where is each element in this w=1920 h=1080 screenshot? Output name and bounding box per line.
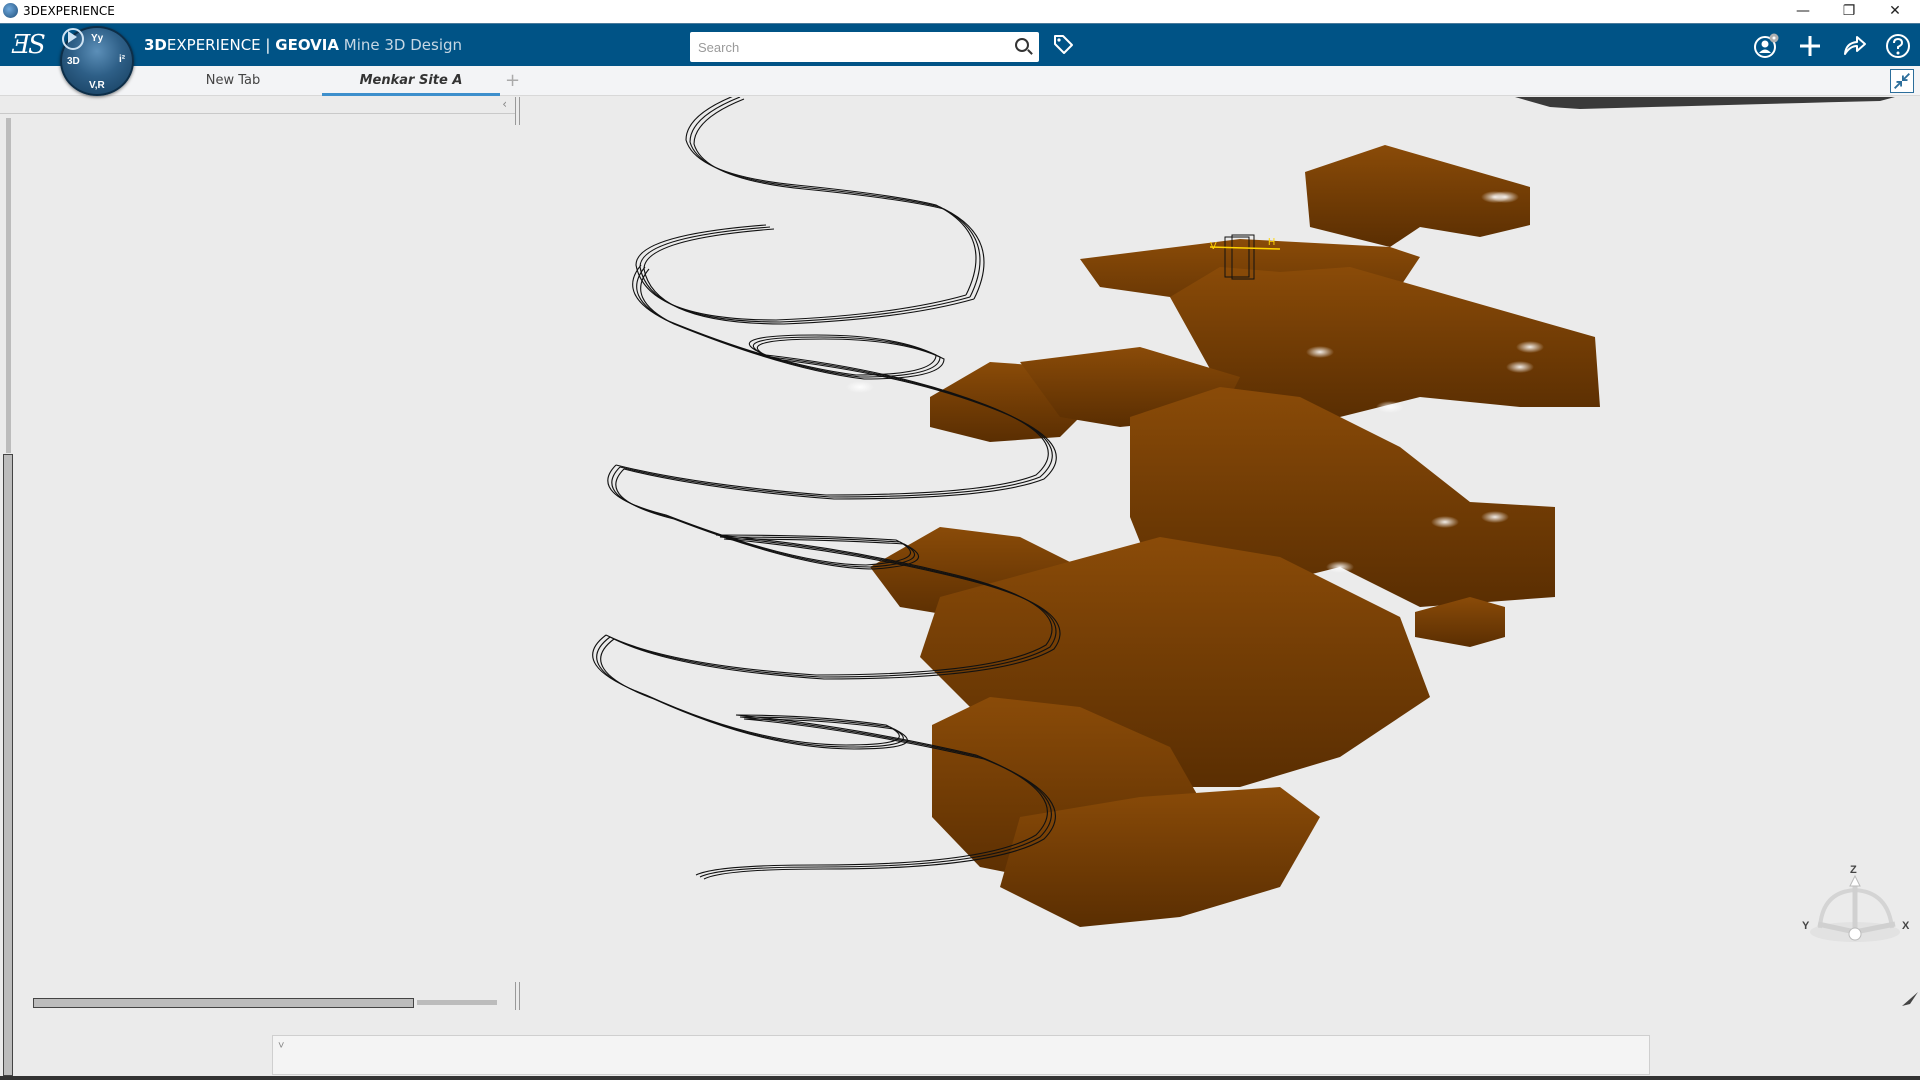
tab-bar: New Tab Menkar Site A + <box>0 66 1920 96</box>
brand-app-name: Mine 3D Design <box>343 36 463 54</box>
search-box <box>690 32 1039 62</box>
axis-y-label: Y <box>1802 920 1810 932</box>
search-icon[interactable] <box>1015 38 1029 52</box>
3d-viewport[interactable]: VH Z Y X <box>520 97 1920 1017</box>
svg-text:V: V <box>1210 241 1217 252</box>
taskbar-strip <box>0 1076 1920 1080</box>
tag-icon[interactable] <box>1052 33 1074 55</box>
tab-menkar-site-a[interactable]: Menkar Site A <box>322 66 500 96</box>
decline-curve[interactable] <box>693 98 985 300</box>
dassault-logo-icon[interactable]: ƎS <box>12 30 46 60</box>
decline-curve[interactable] <box>643 228 975 325</box>
restore-button[interactable]: ❐ <box>1826 0 1872 23</box>
action-bar: ˅ <box>272 1035 1650 1075</box>
window-title: 3DEXPERIENCE <box>23 4 115 18</box>
orebody-highlight <box>846 381 874 393</box>
vertical-scrollbar-track[interactable] <box>6 118 11 453</box>
play-icon[interactable] <box>62 28 84 50</box>
app-brand: 3DEXPERIENCE | GEOVIA Mine 3D Design <box>144 36 462 54</box>
window-title-bar: 3DEXPERIENCE — ❐ ✕ <box>0 0 1920 23</box>
vertical-scrollbar-thumb[interactable] <box>3 454 13 1076</box>
svg-text:H: H <box>1268 237 1275 248</box>
collapse-panel-chevron-icon[interactable]: ‹ <box>502 97 507 111</box>
horizontal-scrollbar-thumb[interactable] <box>33 998 414 1008</box>
orebody-highlight <box>1506 361 1534 373</box>
brand-rest: EXPERIENCE | <box>166 36 276 54</box>
decline-curve[interactable] <box>611 466 915 568</box>
app-logo-icon <box>3 3 18 18</box>
axis-x-label: X <box>1902 920 1910 932</box>
axis-triad[interactable]: Z Y X <box>1800 864 1910 960</box>
orebody-highlight <box>1491 191 1519 203</box>
tree-panel-header: ‹ <box>0 97 515 114</box>
search-input[interactable] <box>698 37 998 57</box>
orebody-highlight <box>1431 516 1459 528</box>
decline-curve[interactable] <box>639 226 971 323</box>
compass-bottom-label: V,R <box>89 80 105 91</box>
orebody-highlight <box>1306 346 1334 358</box>
decline-curve[interactable] <box>635 224 967 321</box>
axis-z-label: Z <box>1850 864 1857 876</box>
3d-scene[interactable]: VH <box>520 97 1920 1017</box>
share-icon[interactable] <box>1840 32 1868 60</box>
compass-widget[interactable]: Yy 3D i² V,R <box>60 26 134 96</box>
orebody-highlight <box>1326 561 1354 573</box>
minimize-button[interactable]: — <box>1780 0 1826 23</box>
orebody-highlight <box>1516 341 1544 353</box>
topography-surface-edge <box>1515 97 1895 109</box>
add-icon[interactable] <box>1796 32 1824 60</box>
horizontal-scrollbar-track[interactable] <box>417 1000 497 1005</box>
axis-triad-icon <box>1810 874 1900 942</box>
decline-curve[interactable] <box>592 634 900 746</box>
brand-product: GEOVIA <box>275 36 339 54</box>
decline-curve[interactable] <box>607 464 911 566</box>
user-icon[interactable] <box>1752 32 1780 60</box>
add-tab-button[interactable]: + <box>505 70 520 91</box>
help-icon[interactable] <box>1884 32 1912 60</box>
compass-top-label: Yy <box>91 33 104 44</box>
decline-curve[interactable] <box>689 97 981 298</box>
compass-right-label: i² <box>119 54 126 65</box>
brand-bold: 3D <box>144 36 167 54</box>
top-bar: ƎS 3DEXPERIENCE | GEOVIA Mine 3D Design <box>0 23 1920 66</box>
orebody-highlight <box>1376 401 1404 413</box>
compass-left-label: 3D <box>67 56 80 67</box>
collapse-fullscreen-icon[interactable] <box>1890 69 1914 93</box>
action-bar-expand-icon[interactable]: ˅ <box>278 1040 284 1052</box>
decline-curve[interactable] <box>600 638 908 750</box>
tab-new-tab[interactable]: New Tab <box>168 66 298 96</box>
close-button[interactable]: ✕ <box>1872 0 1918 23</box>
orebody-highlight <box>1481 511 1509 523</box>
viewport-corner-arrow-icon[interactable] <box>1900 990 1920 1010</box>
specification-tree-panel: ‹ <box>0 97 520 1076</box>
decline-curve[interactable] <box>685 97 977 296</box>
decline-curve[interactable] <box>615 468 919 570</box>
decline-curve[interactable] <box>596 636 904 748</box>
